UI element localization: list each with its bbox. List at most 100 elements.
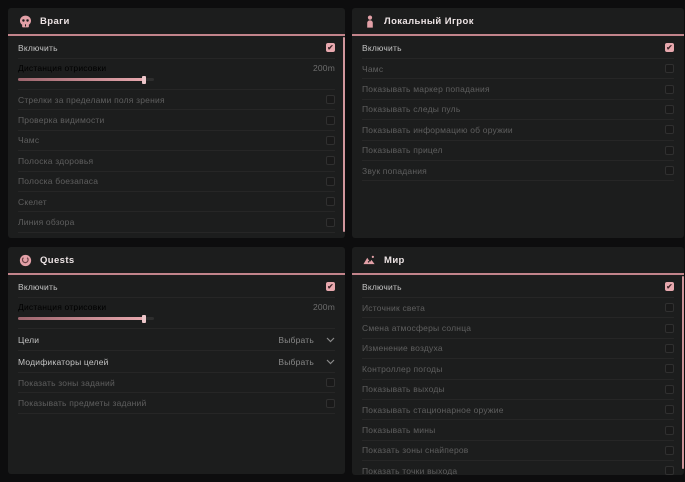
panel-quests-body: Включить✔Дистанция отрисовки200mЦелиВыбр… bbox=[8, 275, 345, 414]
checkbox[interactable] bbox=[326, 136, 335, 145]
checkmark-icon: ✔ bbox=[666, 283, 672, 291]
setting-label: Показывать маркер попадания bbox=[362, 84, 490, 94]
setting-row: Стрелки за пределами поля зрения bbox=[18, 90, 335, 110]
checkbox[interactable] bbox=[326, 399, 335, 408]
checkmark-icon: ✔ bbox=[327, 283, 333, 291]
checkbox[interactable]: ✔ bbox=[665, 43, 674, 52]
checkbox[interactable] bbox=[326, 218, 335, 227]
panel-enemies-header: Враги bbox=[8, 8, 345, 36]
setting-label: Показать зоны снайперов bbox=[362, 445, 469, 455]
setting-label: Включить bbox=[362, 43, 402, 53]
render-distance-row: Дистанция отрисовки200m bbox=[18, 59, 335, 90]
checkbox[interactable] bbox=[665, 105, 674, 114]
checkbox[interactable] bbox=[326, 197, 335, 206]
setting-label: Показывать стационарное оружие bbox=[362, 405, 504, 415]
checkbox[interactable] bbox=[665, 324, 674, 333]
setting-label: Цели bbox=[18, 335, 39, 345]
setting-row: Включить ✔ bbox=[362, 37, 674, 59]
setting-label: Дистанция отрисовки bbox=[18, 302, 106, 312]
dropdown-value: Выбрать bbox=[278, 357, 314, 367]
panel-world: Мир Включить✔ Источник света Смена атмосфе… bbox=[352, 247, 684, 475]
setting-label: Модификаторы целей bbox=[18, 357, 109, 367]
panel-enemies-body: Включить ✔ Дистанция отрисовки200mСтрелки … bbox=[8, 36, 345, 238]
scrollbar[interactable] bbox=[682, 276, 684, 469]
setting-row: Показывать выходы bbox=[362, 380, 674, 400]
setting-label: Показывать мины bbox=[362, 425, 435, 435]
setting-label: Проверка видимости bbox=[18, 115, 104, 125]
panel-world-body: Включить✔ Источник света Смена атмосферы с… bbox=[352, 275, 684, 475]
setting-label: Чамс bbox=[362, 64, 383, 74]
checkbox[interactable] bbox=[326, 177, 335, 186]
setting-row: Включить ✔ bbox=[18, 276, 335, 298]
chevron-down-icon bbox=[326, 337, 335, 343]
setting-row: Чамс bbox=[18, 131, 335, 151]
setting-label: Показывать предметы заданий bbox=[18, 398, 146, 408]
slider-thumb[interactable] bbox=[142, 315, 146, 323]
checkbox[interactable] bbox=[665, 85, 674, 94]
setting-row: Линия обзора bbox=[18, 212, 335, 232]
slider-thumb[interactable] bbox=[142, 76, 146, 84]
checkbox[interactable] bbox=[665, 466, 674, 475]
checkbox[interactable] bbox=[326, 156, 335, 165]
setting-label: Включить bbox=[18, 43, 58, 53]
setting-row: Показать точки выхода bbox=[362, 461, 674, 475]
scrollbar[interactable] bbox=[343, 37, 345, 232]
setting-row: Смена атмосферы солнца bbox=[362, 318, 674, 338]
checkbox[interactable] bbox=[665, 125, 674, 134]
dropdown[interactable]: Выбрать bbox=[278, 335, 335, 345]
checkbox[interactable] bbox=[665, 426, 674, 435]
setting-row: Полоска боезапаса bbox=[18, 172, 335, 192]
panel-enemies: Враги Включить ✔ Дистанция отрисовки200mСт… bbox=[8, 8, 345, 238]
panel-quests-header: Quests bbox=[8, 247, 345, 275]
setting-label: Источник света bbox=[362, 303, 425, 313]
checkbox[interactable]: ✔ bbox=[326, 282, 335, 291]
checkbox[interactable] bbox=[665, 166, 674, 175]
setting-row: Чамс bbox=[362, 59, 674, 79]
setting-label: Смена атмосферы солнца bbox=[362, 323, 471, 333]
setting-label: Показать точки выхода bbox=[362, 466, 457, 475]
setting-row: Показывать предметы заданий bbox=[18, 393, 335, 413]
panel-world-header: Мир bbox=[352, 247, 684, 275]
setting-row: Показывать следы пуль bbox=[362, 100, 674, 120]
checkbox[interactable] bbox=[326, 95, 335, 104]
person-icon bbox=[363, 15, 376, 28]
panel-title: Локальный Игрок bbox=[384, 16, 474, 27]
setting-row: Показывать следы пуль bbox=[18, 233, 335, 238]
render-distance-slider[interactable] bbox=[18, 78, 154, 81]
setting-row: Показать зоны снайперов bbox=[362, 441, 674, 461]
setting-row: Цели Выбрать bbox=[18, 329, 335, 351]
panel-local-player-body: Включить ✔ Чамс Показывать маркер попадания… bbox=[352, 36, 684, 181]
skull-icon bbox=[19, 15, 32, 28]
checkbox[interactable] bbox=[665, 364, 674, 373]
setting-row: Включить✔ bbox=[362, 276, 674, 298]
checkbox[interactable] bbox=[665, 405, 674, 414]
setting-label: Показать зоны заданий bbox=[18, 378, 115, 388]
setting-label: Звук попадания bbox=[362, 166, 427, 176]
panel-title: Враги bbox=[40, 16, 70, 27]
checkbox[interactable] bbox=[665, 146, 674, 155]
checkmark-icon: ✔ bbox=[666, 44, 672, 52]
setting-label: Контроллер погоды bbox=[362, 364, 443, 374]
checkbox[interactable] bbox=[665, 64, 674, 73]
chevron-down-icon bbox=[326, 359, 335, 365]
checkbox[interactable] bbox=[665, 303, 674, 312]
setting-row: Показать зоны заданий bbox=[18, 373, 335, 393]
checkbox[interactable] bbox=[326, 378, 335, 387]
setting-row: Показывать маркер попадания bbox=[362, 79, 674, 99]
checkbox[interactable]: ✔ bbox=[665, 282, 674, 291]
checkbox[interactable]: ✔ bbox=[326, 43, 335, 52]
setting-row: Показывать информацию об оружии bbox=[362, 120, 674, 140]
render-distance-slider[interactable] bbox=[18, 317, 154, 320]
setting-row: Изменение воздуха bbox=[362, 339, 674, 359]
checkbox[interactable] bbox=[665, 344, 674, 353]
setting-row: Включить ✔ bbox=[18, 37, 335, 59]
setting-label: Чамс bbox=[18, 135, 39, 145]
checkbox[interactable] bbox=[326, 116, 335, 125]
setting-label: Включить bbox=[18, 282, 58, 292]
quest-icon bbox=[19, 254, 32, 267]
dropdown[interactable]: Выбрать bbox=[278, 357, 335, 367]
setting-row: Показывать прицел bbox=[362, 141, 674, 161]
checkbox[interactable] bbox=[665, 385, 674, 394]
checkbox[interactable] bbox=[665, 446, 674, 455]
setting-label: Изменение воздуха bbox=[362, 343, 443, 353]
